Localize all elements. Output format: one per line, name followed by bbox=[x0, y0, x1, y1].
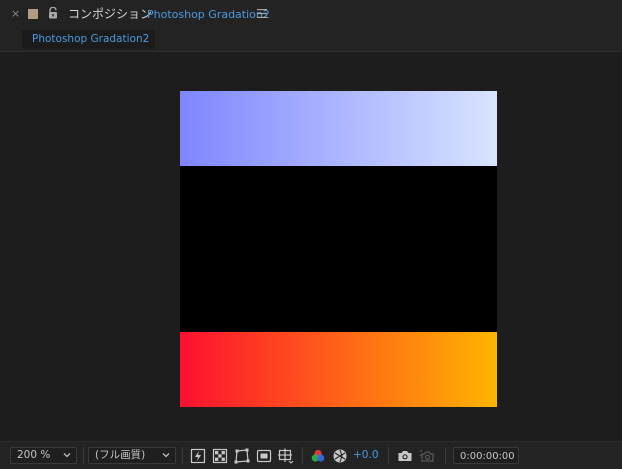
fast-preview-icon[interactable] bbox=[190, 448, 206, 464]
chevron-down-icon bbox=[162, 453, 170, 458]
divider bbox=[388, 447, 389, 464]
bottom-gradient-layer bbox=[180, 332, 497, 407]
resolution-value: (フル画質) bbox=[95, 449, 146, 461]
panel-title: コンポジション bbox=[68, 7, 153, 21]
close-icon[interactable]: × bbox=[11, 8, 20, 20]
color-channels-icon[interactable] bbox=[310, 448, 326, 464]
resolution-dropdown[interactable]: (フル画質) bbox=[88, 447, 176, 464]
reset-exposure-icon[interactable] bbox=[332, 448, 348, 464]
tab-label: Photoshop Gradation2 bbox=[32, 33, 150, 45]
transparency-grid-icon[interactable] bbox=[212, 448, 228, 464]
divider bbox=[83, 447, 84, 464]
composition-canvas[interactable] bbox=[180, 91, 497, 407]
divider bbox=[445, 447, 446, 464]
chevron-down-icon bbox=[63, 453, 71, 458]
magnification-dropdown[interactable]: 200 % bbox=[10, 447, 77, 464]
top-gradient-layer bbox=[180, 91, 497, 166]
snapshot-camera-icon[interactable] bbox=[397, 448, 413, 464]
composition-name: Photoshop Gradation2 bbox=[147, 8, 270, 21]
current-time-field[interactable]: 0:00:00:00 bbox=[453, 447, 519, 464]
label-color-swatch[interactable] bbox=[28, 9, 38, 19]
show-snapshot-icon[interactable] bbox=[419, 448, 435, 464]
grid-guides-icon[interactable] bbox=[278, 448, 294, 464]
magnification-value: 200 % bbox=[17, 449, 51, 461]
lock-icon[interactable] bbox=[48, 7, 58, 19]
panel-menu-icon[interactable] bbox=[257, 9, 267, 18]
panel-header: × コンポジション Photoshop Gradation2 bbox=[0, 0, 622, 29]
divider bbox=[302, 447, 303, 464]
composition-viewer[interactable] bbox=[0, 52, 622, 440]
composition-tab-bar: Photoshop Gradation2 bbox=[0, 29, 622, 52]
mask-path-visibility-icon[interactable] bbox=[234, 448, 250, 464]
region-of-interest-icon[interactable] bbox=[256, 448, 272, 464]
tab-photoshop-gradation2[interactable]: Photoshop Gradation2 bbox=[22, 30, 155, 49]
current-time-value: 0:00:00:00 bbox=[460, 451, 515, 462]
viewer-toolbar: 200 % (フル画質) +0.0 0:00:00:00 bbox=[0, 441, 622, 469]
exposure-value[interactable]: +0.0 bbox=[353, 449, 379, 462]
divider bbox=[182, 447, 183, 464]
